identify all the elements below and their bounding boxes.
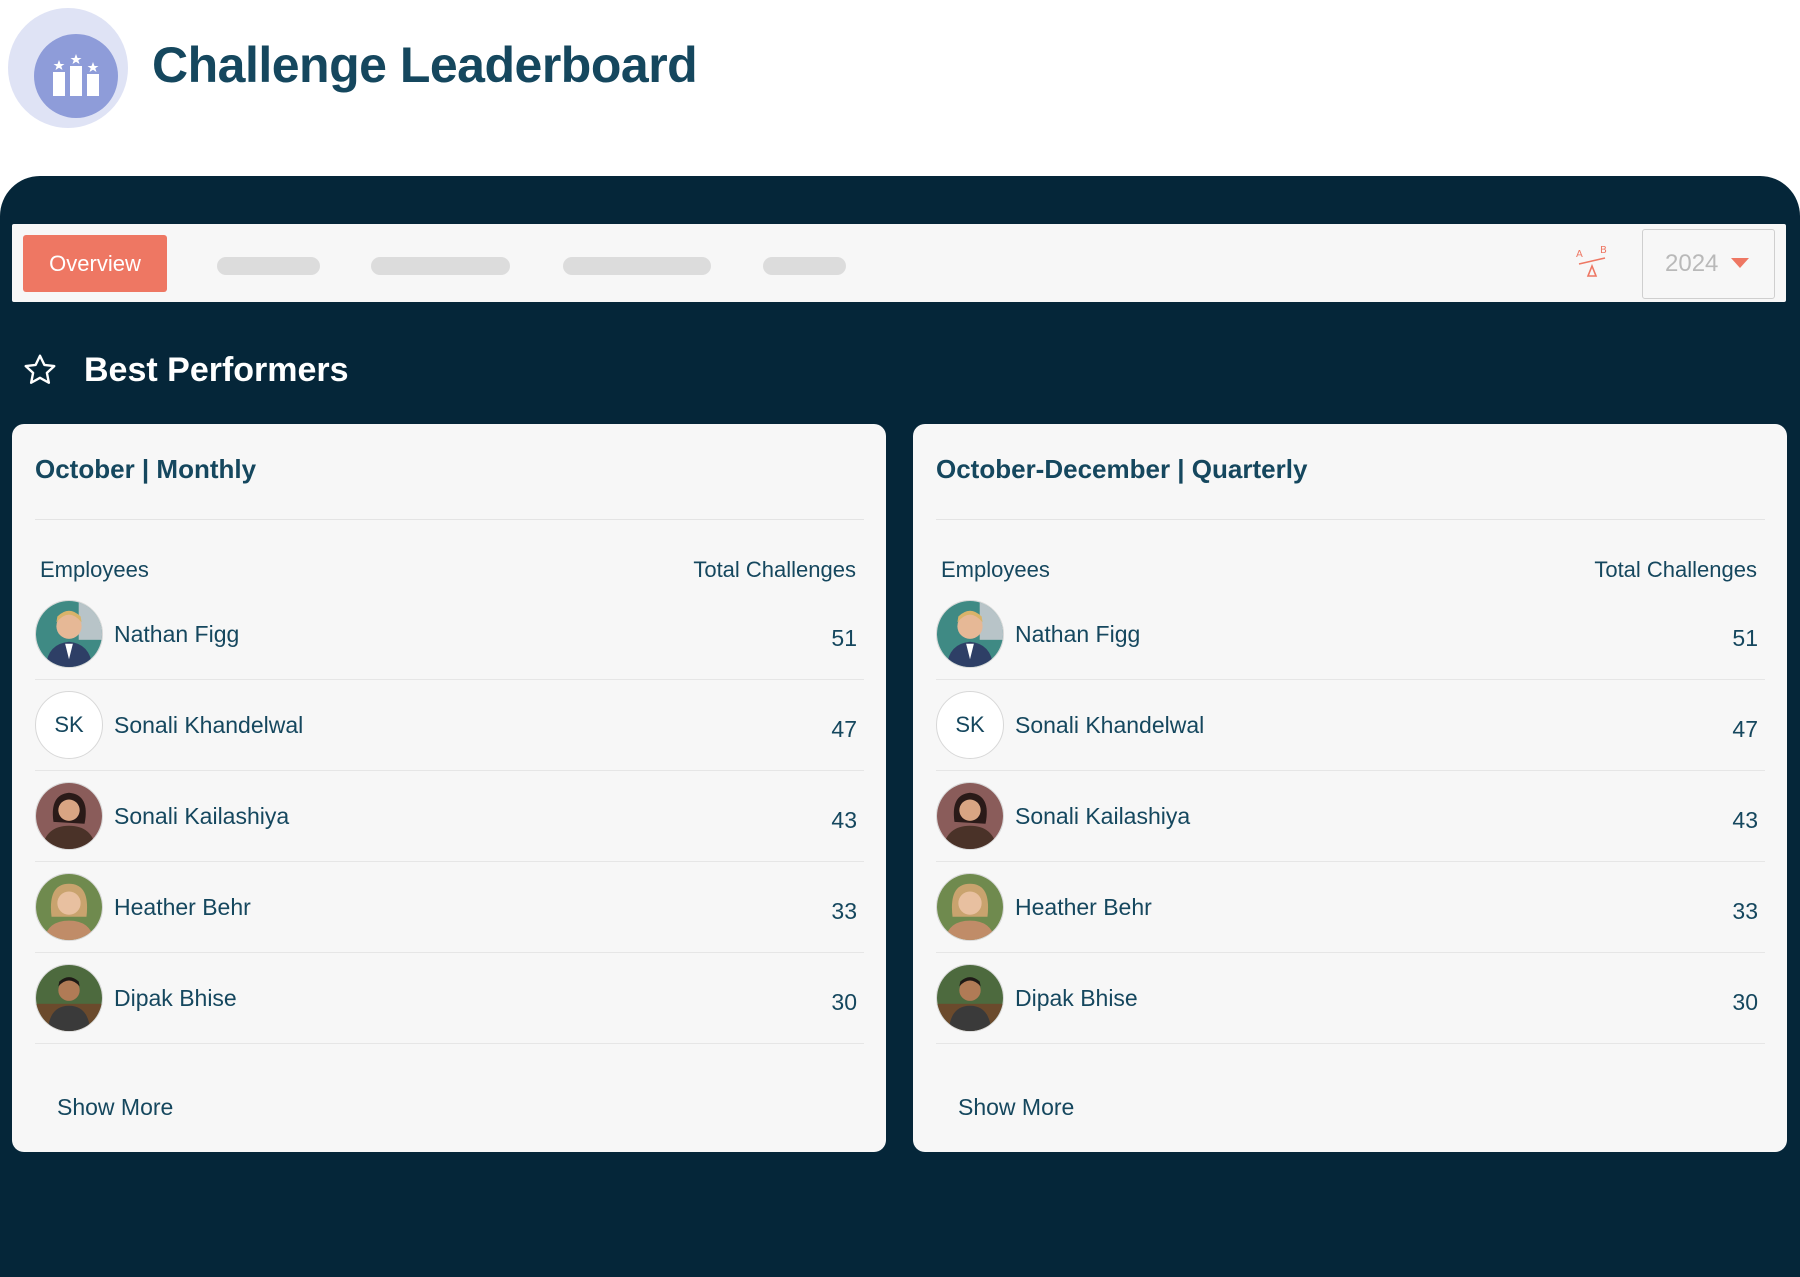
table-row[interactable]: SK Sonali Khandelwal 47 xyxy=(35,680,864,771)
challenge-count: 51 xyxy=(831,625,857,651)
avatar xyxy=(936,782,1004,850)
show-more-button[interactable]: Show More xyxy=(57,1094,173,1121)
table-row[interactable]: Heather Behr 33 xyxy=(936,862,1765,953)
avatar-initials: SK xyxy=(54,712,84,737)
avatar xyxy=(936,964,1004,1032)
tab-placeholder[interactable] xyxy=(217,257,320,275)
year-value: 2024 xyxy=(1665,250,1719,277)
employee-name: Nathan Figg xyxy=(1015,620,1141,647)
leaderboard-card-monthly: October | Monthly Employees Total Challe… xyxy=(12,424,886,1152)
main-panel: Overview A B 2024 Best Performers Octobe… xyxy=(0,176,1800,1277)
tab-placeholder[interactable] xyxy=(563,257,711,275)
employee-name: Nathan Figg xyxy=(114,620,240,647)
employee-name: Dipak Bhise xyxy=(114,984,237,1011)
divider xyxy=(936,519,1765,520)
leaderboard-list: Nathan Figg 51 SK Sonali Khandelwal 47 S… xyxy=(35,589,864,1044)
caret-down-icon xyxy=(1731,258,1749,268)
challenge-count: 30 xyxy=(1732,989,1758,1015)
tab-placeholder[interactable] xyxy=(371,257,510,275)
employee-name: Sonali Khandelwal xyxy=(1015,711,1205,738)
table-row[interactable]: Nathan Figg 51 xyxy=(35,589,864,680)
table-row[interactable]: SK Sonali Khandelwal 47 xyxy=(936,680,1765,771)
page-title: Challenge Leaderboard xyxy=(152,37,698,93)
challenge-count: 43 xyxy=(1732,807,1758,833)
avatar xyxy=(936,873,1004,941)
leaderboard-card-quarterly: October-December | Quarterly Employees T… xyxy=(913,424,1787,1152)
employee-name: Sonali Kailashiya xyxy=(1015,802,1191,829)
svg-text:A: A xyxy=(1576,249,1583,260)
divider xyxy=(35,519,864,520)
card-title: October-December | Quarterly xyxy=(936,454,1308,484)
section-title: Best Performers xyxy=(84,350,349,389)
avatar xyxy=(35,782,103,850)
employee-name: Heather Behr xyxy=(114,893,251,920)
challenge-count: 33 xyxy=(1732,898,1758,924)
column-header-total-challenges: Total Challenges xyxy=(693,557,856,582)
column-header-employees: Employees xyxy=(40,557,149,582)
tab-bar: Overview A B 2024 xyxy=(12,224,1786,302)
avatar xyxy=(35,964,103,1032)
employee-name: Heather Behr xyxy=(1015,893,1152,920)
card-title: October | Monthly xyxy=(35,454,257,484)
challenge-count: 47 xyxy=(831,716,857,742)
tab-overview[interactable]: Overview xyxy=(23,235,167,292)
app-logo xyxy=(8,8,128,128)
podium-stars-icon xyxy=(34,34,118,118)
table-row[interactable]: Sonali Kailashiya 43 xyxy=(936,771,1765,862)
tab-placeholder[interactable] xyxy=(763,257,846,275)
employee-name: Dipak Bhise xyxy=(1015,984,1138,1011)
avatar: SK xyxy=(35,691,103,759)
table-row[interactable]: Heather Behr 33 xyxy=(35,862,864,953)
challenge-count: 43 xyxy=(831,807,857,833)
show-more-button[interactable]: Show More xyxy=(958,1094,1074,1121)
avatar xyxy=(936,600,1004,668)
challenge-count: 33 xyxy=(831,898,857,924)
employee-name: Sonali Kailashiya xyxy=(114,802,290,829)
page-header: Challenge Leaderboard xyxy=(0,0,1800,160)
leaderboard-list: Nathan Figg 51 SK Sonali Khandelwal 47 S… xyxy=(936,589,1765,1044)
year-select[interactable]: 2024 xyxy=(1642,229,1775,299)
avatar: SK xyxy=(936,691,1004,759)
section-header: Best Performers xyxy=(22,346,349,394)
svg-text:B: B xyxy=(1600,246,1607,256)
ab-scale-icon[interactable]: A B xyxy=(1573,245,1611,280)
table-row[interactable]: Dipak Bhise 30 xyxy=(936,953,1765,1044)
avatar xyxy=(35,873,103,941)
table-row[interactable]: Sonali Kailashiya 43 xyxy=(35,771,864,862)
avatar xyxy=(35,600,103,668)
column-header-employees: Employees xyxy=(941,557,1050,582)
challenge-count: 51 xyxy=(1732,625,1758,651)
column-header-total-challenges: Total Challenges xyxy=(1594,557,1757,582)
challenge-count: 30 xyxy=(831,989,857,1015)
table-row[interactable]: Dipak Bhise 30 xyxy=(35,953,864,1044)
avatar-initials: SK xyxy=(955,712,985,737)
challenge-count: 47 xyxy=(1732,716,1758,742)
star-outline-icon xyxy=(24,354,56,384)
table-row[interactable]: Nathan Figg 51 xyxy=(936,589,1765,680)
employee-name: Sonali Khandelwal xyxy=(114,711,304,738)
